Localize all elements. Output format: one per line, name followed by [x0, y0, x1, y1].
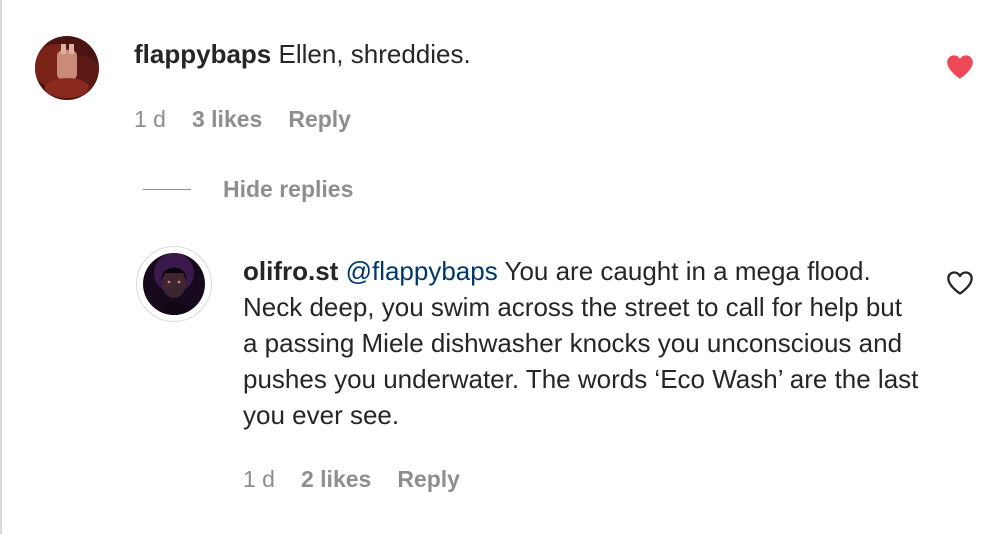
heart-filled-icon[interactable]	[946, 54, 974, 80]
divider-line	[143, 189, 191, 190]
heart-outline-icon[interactable]	[946, 270, 974, 296]
avatar[interactable]	[143, 253, 205, 315]
avatar[interactable]	[35, 36, 99, 100]
comment-timestamp[interactable]: 1 d	[134, 106, 166, 133]
comment-username[interactable]: flappybaps	[134, 39, 271, 69]
reply-likes[interactable]: 2 likes	[301, 466, 371, 493]
comment-meta: 1 d 3 likes Reply	[134, 106, 377, 133]
comment-body: flappybaps Ellen, shreddies.	[134, 36, 914, 72]
reply-button[interactable]: Reply	[397, 466, 460, 493]
panel-border	[0, 0, 2, 534]
reply-button[interactable]: Reply	[288, 106, 351, 133]
hide-replies-label: Hide replies	[223, 176, 354, 202]
reply-timestamp[interactable]: 1 d	[243, 466, 275, 493]
reply-text: You are caught in a mega flood. Neck dee…	[243, 256, 919, 430]
reply-meta: 1 d 2 likes Reply	[243, 466, 486, 493]
hide-replies-button[interactable]: Hide replies	[143, 176, 353, 203]
reply-username[interactable]: olifro.st	[243, 256, 338, 286]
reply-mention[interactable]: @flappybaps	[346, 256, 498, 286]
comment-text: Ellen, shreddies.	[278, 39, 471, 69]
reply-body: olifro.st @flappybaps You are caught in …	[243, 253, 923, 433]
comment-likes[interactable]: 3 likes	[192, 106, 262, 133]
